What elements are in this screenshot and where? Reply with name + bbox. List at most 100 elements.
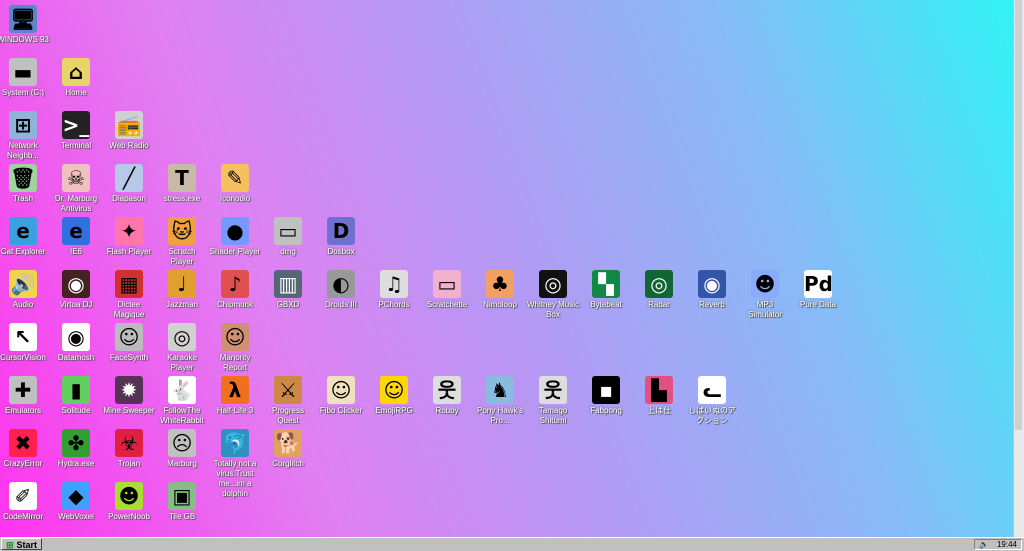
desktop-icon[interactable]: ▬ System (C:) bbox=[0, 58, 49, 98]
app-icon: ♪ bbox=[221, 270, 249, 298]
desktop-icon[interactable]: ◉ Virtua DJ bbox=[50, 270, 102, 310]
desktop-icon[interactable]: ◐ Droids III bbox=[315, 270, 367, 310]
desktop-icon-label: Terminal bbox=[60, 141, 92, 150]
desktop-icon-label: Pony Hawk's Pro... bbox=[477, 406, 523, 425]
desktop-icon-label: Nimoloop bbox=[483, 300, 517, 309]
desktop-icon[interactable]: ✎ Iconodio bbox=[209, 164, 261, 204]
desktop-icon[interactable]: 🐇 FollowThe WhiteRabbit bbox=[156, 376, 208, 426]
clock: 19:44 bbox=[996, 540, 1017, 549]
desktop-icon[interactable]: ↖ CursorVision bbox=[0, 323, 49, 363]
desktop-icon[interactable]: 🗑 Trash bbox=[0, 164, 49, 204]
app-icon: 📻 bbox=[115, 111, 143, 139]
desktop-icon[interactable]: D Dosbox bbox=[315, 217, 367, 257]
desktop-icon[interactable]: ☺ Fibo Clicker bbox=[315, 376, 367, 416]
app-icon: ▭ bbox=[274, 217, 302, 245]
desktop-icon-label: Cat Explorer bbox=[0, 247, 46, 256]
desktop-icon[interactable]: e Cat Explorer bbox=[0, 217, 49, 257]
desktop-icon[interactable]: ☺ Manority Report bbox=[209, 323, 261, 373]
desktop-icon[interactable]: ✹ Mine Sweeper bbox=[103, 376, 155, 416]
desktop-icon[interactable]: >_ Terminal bbox=[50, 111, 102, 151]
start-button-label: Start bbox=[16, 540, 38, 550]
desktop-icon[interactable]: ☻ MP3 Simulator bbox=[739, 270, 791, 320]
app-icon: ▙ bbox=[645, 376, 673, 404]
desktop-icon[interactable]: ⌂ Home bbox=[50, 58, 102, 98]
desktop-icon-label: Virtua DJ bbox=[59, 300, 93, 309]
desktop-icon[interactable]: ╱ Diapason bbox=[103, 164, 155, 204]
desktop-icon[interactable]: ☺ FaceSynth bbox=[103, 323, 155, 363]
desktop-icon[interactable]: ☺ EmojiRPG bbox=[368, 376, 420, 416]
desktop-icon[interactable]: 📻 Web Radio bbox=[103, 111, 155, 151]
desktop-icon-label: Marburg bbox=[167, 459, 197, 468]
desktop-icon[interactable]: ☻ PowerNoob bbox=[103, 482, 155, 522]
desktop-icon[interactable]: ☣ Trojan bbox=[103, 429, 155, 469]
desktop-icon[interactable]: 웃 Tamago Shitumi bbox=[527, 376, 579, 426]
desktop-icon[interactable]: ▪ Fabpong bbox=[580, 376, 632, 416]
desktop-icon[interactable]: ♪ Chipmunk bbox=[209, 270, 261, 310]
desktop-icon[interactable]: ✦ Flash Player bbox=[103, 217, 155, 257]
desktop-icon-label: Iconodio bbox=[219, 194, 251, 203]
desktop-icon[interactable]: 🐕 Corglitch bbox=[262, 429, 314, 469]
app-icon: 웃 bbox=[539, 376, 567, 404]
desktop-icon[interactable]: ✤ Hydra.exe bbox=[50, 429, 102, 469]
desktop-icon[interactable]: ● Shader Player bbox=[209, 217, 261, 257]
desktop-icon-label: Shader Player bbox=[209, 247, 261, 256]
desktop-icon-label: FollowThe WhiteRabbit bbox=[160, 406, 204, 425]
desktop-icon[interactable]: ☠ Dr. Marburg Antivirus bbox=[50, 164, 102, 214]
desktop-icon[interactable]: 🐱 Scratch Player bbox=[156, 217, 208, 267]
desktop-icon[interactable]: ▮ Solitude bbox=[50, 376, 102, 416]
desktop-icon[interactable]: Pd Pure Data bbox=[792, 270, 844, 310]
app-icon: ◎ bbox=[539, 270, 567, 298]
desktop-icon-label: Emulators bbox=[4, 406, 41, 415]
desktop-icon[interactable]: ◎ Whitney Music Box bbox=[527, 270, 579, 320]
desktop-icon[interactable]: ▙ 上は仕 bbox=[633, 376, 685, 416]
app-icon: ⌂ bbox=[62, 58, 90, 86]
desktop-icon[interactable]: ♫ PChords bbox=[368, 270, 420, 310]
desktop-icon-label: Home bbox=[65, 88, 87, 97]
desktop-icon-label: Droids III bbox=[324, 300, 357, 309]
desktop-icon[interactable]: ✚ Emulators bbox=[0, 376, 49, 416]
app-icon: ☺ bbox=[221, 323, 249, 351]
desktop-icon[interactable]: ◎ Radar bbox=[633, 270, 685, 310]
desktop-icon-label: FaceSynth bbox=[109, 353, 149, 362]
app-icon: e bbox=[9, 217, 37, 245]
taskbar: ⊞ Start 🔈 19:44 bbox=[0, 537, 1024, 551]
desktop-scrollbar[interactable] bbox=[1013, 0, 1024, 537]
desktop-icon[interactable]: ▚ Bytebeat bbox=[580, 270, 632, 310]
desktop-icon-label: stress.exe bbox=[163, 194, 201, 203]
desktop-icon[interactable]: ✐ CodeMirror bbox=[0, 482, 49, 522]
desktop-icon[interactable]: ▥ GBXD bbox=[262, 270, 314, 310]
desktop-icon[interactable]: ◉ Reverb bbox=[686, 270, 738, 310]
desktop-icon[interactable]: ◆ WebVoxel bbox=[50, 482, 102, 522]
desktop-icon-label: IE6 bbox=[69, 247, 82, 256]
desktop-icon[interactable]: ♣ Nimoloop bbox=[474, 270, 526, 310]
desktop-icon-label: Solitude bbox=[61, 406, 91, 415]
desktop-icon[interactable]: ▦ Dictee Magique bbox=[103, 270, 155, 320]
desktop-icon[interactable]: ♩ Jazzman bbox=[156, 270, 208, 310]
desktop-icon[interactable]: ▣ Tile GB bbox=[156, 482, 208, 522]
desktop-icon[interactable]: ᓚ しばいぬのアクション bbox=[686, 376, 738, 426]
desktop-icon[interactable]: ♞ Pony Hawk's Pro... bbox=[474, 376, 526, 426]
desktop-icon[interactable]: ▭ Scratchette bbox=[421, 270, 473, 310]
desktop-icon[interactable]: ✖ CrazyError bbox=[0, 429, 49, 469]
desktop-icon[interactable]: 🐬 Totally not a virus.Trust me...im a dol… bbox=[209, 429, 261, 499]
app-icon: Pd bbox=[804, 270, 832, 298]
scrollbar-thumb[interactable] bbox=[1015, 0, 1022, 430]
desktop-icon[interactable]: e IE6 bbox=[50, 217, 102, 257]
desktop-icon-label: Chipmunk bbox=[216, 300, 253, 309]
desktop-icon[interactable]: Tstress.exe bbox=[156, 164, 208, 204]
app-icon: ♣ bbox=[486, 270, 514, 298]
desktop-icon[interactable]: ◉ Datamosh bbox=[50, 323, 102, 363]
desktop-icon[interactable]: 🔊 Audio bbox=[0, 270, 49, 310]
start-button[interactable]: ⊞ Start bbox=[1, 538, 43, 550]
desktop-icon[interactable]: ⊞ Network Neighb... bbox=[0, 111, 49, 161]
desktop-icon[interactable]: 웃 Robby bbox=[421, 376, 473, 416]
desktop-icon[interactable]: ◎ Karaoke Player bbox=[156, 323, 208, 373]
desktop-icon[interactable]: 🖥 WINDOWS 93 bbox=[0, 5, 49, 45]
desktop-icon[interactable]: λ Half-Life 3 bbox=[209, 376, 261, 416]
desktop-icon-label: Scratch Player bbox=[168, 247, 196, 266]
speaker-icon[interactable]: 🔈 bbox=[979, 540, 989, 550]
desktop-icon[interactable]: ▭ dmg bbox=[262, 217, 314, 257]
desktop-icon[interactable]: ⚔ Progress Quest bbox=[262, 376, 314, 426]
desktop-icon[interactable]: ☹ Marburg bbox=[156, 429, 208, 469]
desktop-icon-label: Flash Player bbox=[106, 247, 152, 256]
